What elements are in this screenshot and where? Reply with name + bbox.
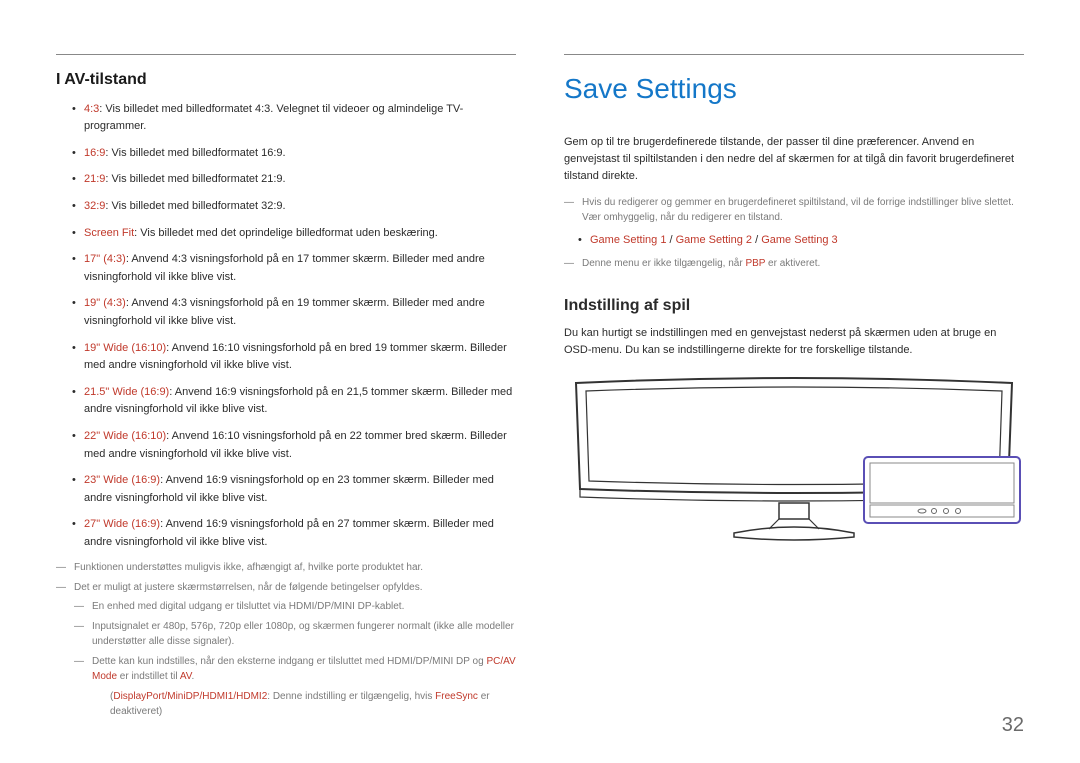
note-text: Denne menu er ikke tilgængelig, når PBP …	[582, 256, 820, 272]
list-item: Screen Fit: Vis billedet med det oprinde…	[72, 225, 516, 243]
list-item: 21:9: Vis billedet med billedformatet 21…	[72, 171, 516, 189]
opt-label: 23" Wide (16:9)	[84, 474, 160, 486]
av-mode-heading: I AV-tilstand	[56, 67, 516, 93]
note-text: Inputsignalet er 480p, 576p, 720p eller …	[92, 619, 516, 650]
left-column: I AV-tilstand 4:3: Vis billedet med bill…	[56, 54, 516, 724]
opt-label: 32:9	[84, 200, 105, 212]
game-setting-heading: Indstilling af spil	[564, 293, 1024, 319]
opt-desc: : Vis billedet med billedformatet 4:3. V…	[84, 103, 463, 133]
note-text: Hvis du redigerer og gemmer en brugerdef…	[582, 195, 1024, 226]
list-item: 22" Wide (16:10): Anvend 16:10 visningsf…	[72, 428, 516, 463]
game-setting-options: Game Setting 1 / Game Setting 2 / Game S…	[578, 232, 1024, 250]
list-item: 16:9: Vis billedet med billedformatet 16…	[72, 145, 516, 163]
note-text: (DisplayPort/MiniDP/HDMI1/HDMI2: Denne i…	[110, 689, 516, 720]
monitor-illustration	[564, 371, 1024, 541]
list-item: 23" Wide (16:9): Anvend 16:9 visningsfor…	[72, 472, 516, 507]
opt-desc: : Anvend 4:3 visningsforhold på en 17 to…	[84, 253, 485, 283]
opt-label: 21:9	[84, 173, 105, 185]
opt-label: 21.5" Wide (16:9)	[84, 386, 169, 398]
list-item: 27" Wide (16:9): Anvend 16:9 visningsfor…	[72, 516, 516, 551]
opt-label: 17" (4:3)	[84, 253, 126, 265]
note-text: Dette kan kun indstilles, når den ekster…	[92, 654, 516, 685]
save-note-2: ―Denne menu er ikke tilgængelig, når PBP…	[564, 256, 1024, 272]
note-text: Det er muligt at justere skærmstørrelsen…	[74, 580, 423, 596]
list-item: 21.5" Wide (16:9): Anvend 16:9 visningsf…	[72, 384, 516, 419]
save-note-1: ―Hvis du redigerer og gemmer en brugerde…	[564, 195, 1024, 226]
footnotes: ―Funktionen understøttes muligvis ikke, …	[56, 560, 516, 720]
note-text: En enhed med digital udgang er tilslutte…	[92, 599, 404, 615]
right-column: Save Settings Gem op til tre brugerdefin…	[564, 54, 1024, 724]
save-settings-title: Save Settings	[564, 67, 1024, 112]
list-item: 19" Wide (16:10): Anvend 16:10 visningsf…	[72, 340, 516, 375]
game-setting-desc: Du kan hurtigt se indstillingen med en g…	[564, 325, 1024, 359]
opt-label: 22" Wide (16:10)	[84, 430, 166, 442]
opt-label: Screen Fit	[84, 227, 134, 239]
save-settings-desc: Gem op til tre brugerdefinerede tilstand…	[564, 134, 1024, 185]
opt-desc: : Anvend 4:3 visningsforhold på en 19 to…	[84, 297, 485, 327]
note-text: Funktionen understøttes muligvis ikke, a…	[74, 560, 423, 576]
opt-label: 4:3	[84, 103, 99, 115]
list-item: 4:3: Vis billedet med billedformatet 4:3…	[72, 101, 516, 136]
opt-desc: : Vis billedet med billedformatet 16:9.	[105, 147, 285, 159]
opt-label: 27" Wide (16:9)	[84, 518, 160, 530]
opt-label: 16:9	[84, 147, 105, 159]
list-item: 19" (4:3): Anvend 4:3 visningsforhold på…	[72, 295, 516, 330]
opt-label: 19" Wide (16:10)	[84, 342, 166, 354]
list-item: 32:9: Vis billedet med billedformatet 32…	[72, 198, 516, 216]
page-number: 32	[1002, 709, 1024, 741]
monitor-icon	[564, 371, 1024, 541]
opt-label: 19" (4:3)	[84, 297, 126, 309]
opt-desc: : Vis billedet med det oprindelige bille…	[134, 227, 438, 239]
ratio-list: 4:3: Vis billedet med billedformatet 4:3…	[56, 101, 516, 552]
opt-desc: : Vis billedet med billedformatet 32:9.	[105, 200, 285, 212]
opt-desc: : Vis billedet med billedformatet 21:9.	[105, 173, 285, 185]
list-item: 17" (4:3): Anvend 4:3 visningsforhold på…	[72, 251, 516, 286]
